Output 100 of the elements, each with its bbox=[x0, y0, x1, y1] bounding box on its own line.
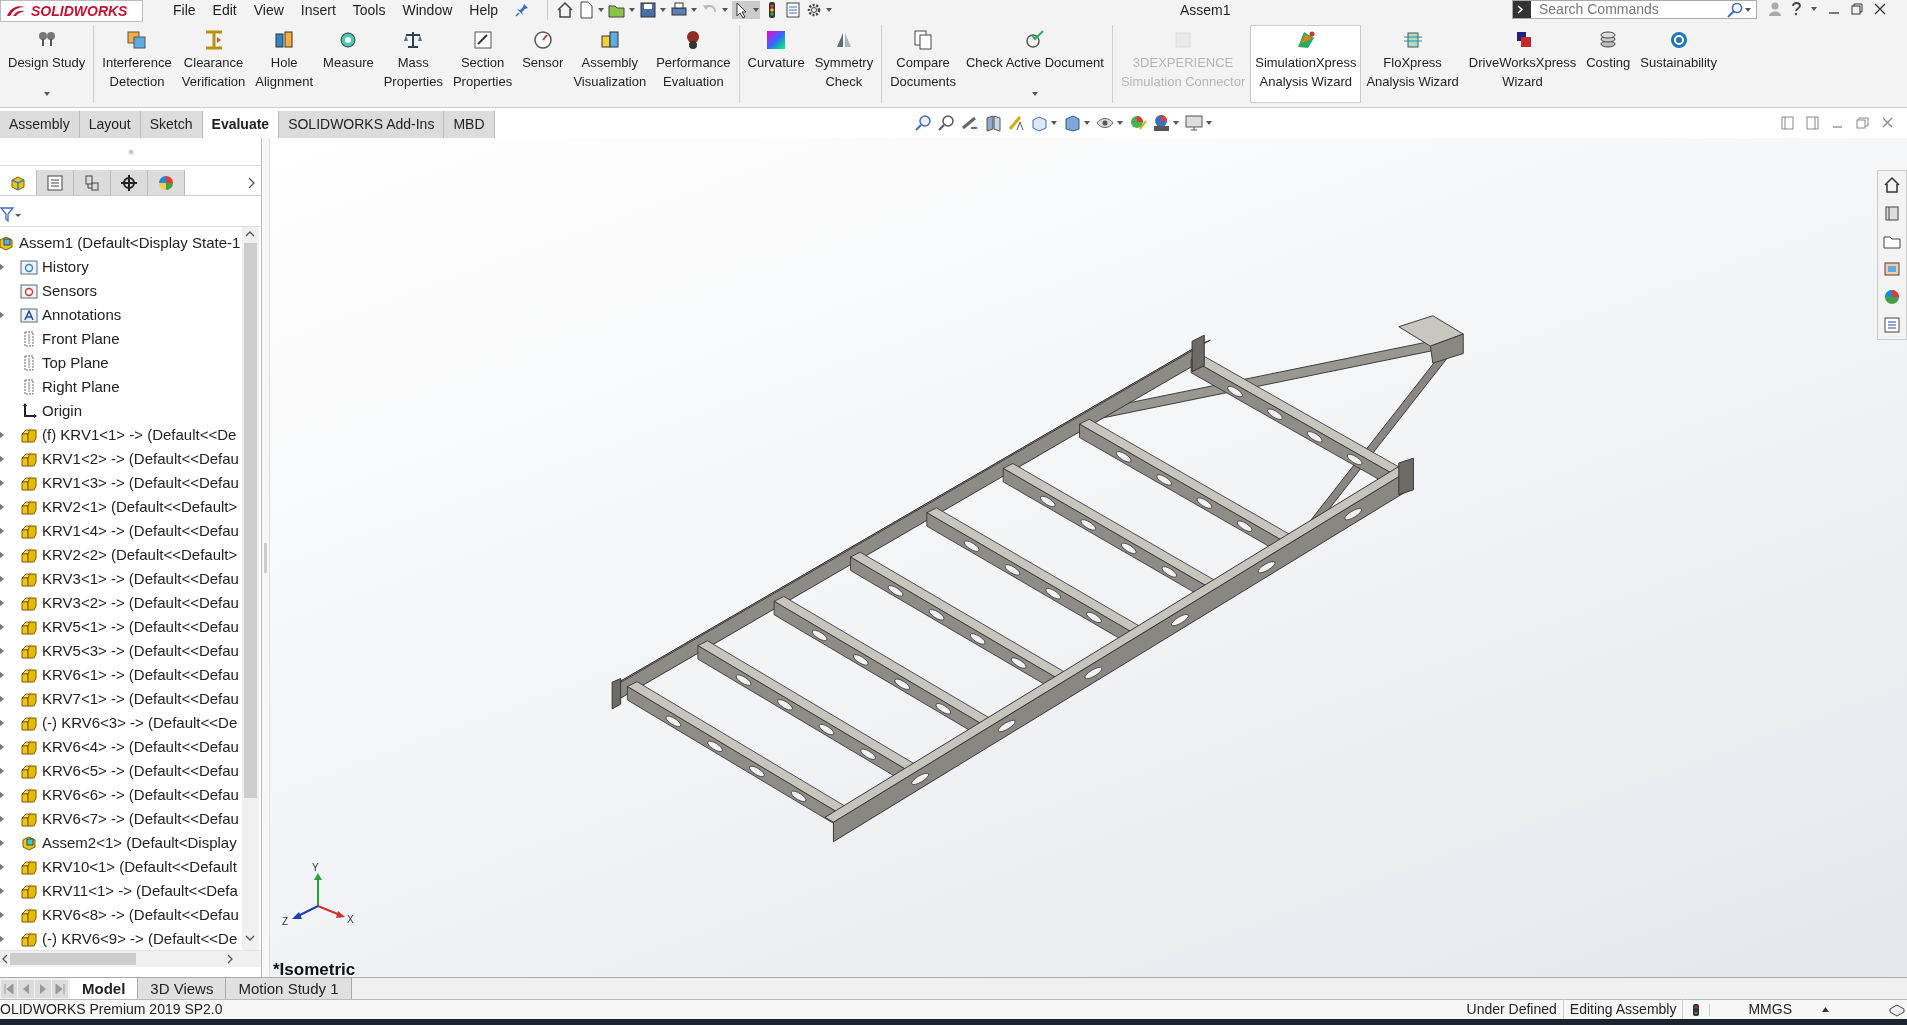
caret-icon[interactable] bbox=[1116, 119, 1124, 127]
tree-item[interactable]: Front Plane bbox=[42, 327, 120, 351]
save-icon[interactable] bbox=[639, 1, 658, 19]
tree-item[interactable]: KRV5<1> -> (Default<<Defau bbox=[42, 615, 239, 639]
search-box[interactable]: Search Commands bbox=[1512, 0, 1757, 19]
tree-item[interactable]: KRV2<2> (Default<<Default> bbox=[42, 543, 238, 567]
tree-item[interactable]: KRV6<5> -> (Default<<Defau bbox=[42, 759, 239, 783]
scroll-right-icon[interactable] bbox=[226, 954, 234, 964]
tree-item[interactable]: KRV1<2> -> (Default<<Defau bbox=[42, 447, 239, 471]
tree-item[interactable]: Annotations bbox=[42, 303, 122, 327]
section-view-icon[interactable] bbox=[984, 114, 1002, 132]
library-icon[interactable] bbox=[1883, 204, 1901, 222]
expand-arrow-icon[interactable] bbox=[0, 599, 5, 607]
display-style-icon[interactable] bbox=[1063, 114, 1081, 132]
panel-tab[interactable] bbox=[111, 170, 148, 195]
caret-icon[interactable] bbox=[1172, 119, 1180, 127]
scrollbar-thumb[interactable] bbox=[10, 953, 136, 965]
ribbon-button[interactable]: Compare Documents bbox=[885, 25, 961, 103]
expand-arrow-icon[interactable] bbox=[0, 911, 5, 919]
tree-item[interactable]: Sensors bbox=[42, 279, 98, 303]
tree-item[interactable]: Right Plane bbox=[42, 375, 120, 399]
expand-arrow-icon[interactable] bbox=[0, 935, 5, 943]
expand-arrow-icon[interactable] bbox=[0, 647, 5, 655]
expand-arrow-icon[interactable] bbox=[0, 767, 5, 775]
tab[interactable]: Model bbox=[70, 978, 139, 999]
expand-arrow-icon[interactable] bbox=[0, 575, 5, 583]
ribbon-button[interactable]: Measure bbox=[318, 25, 379, 103]
tab[interactable]: 3D Views bbox=[138, 978, 227, 999]
split-right-icon[interactable] bbox=[1806, 116, 1819, 130]
zoom-area-icon[interactable] bbox=[938, 114, 956, 132]
restore-icon[interactable] bbox=[1856, 116, 1869, 130]
ribbon-button[interactable]: Interference Detection bbox=[97, 25, 177, 103]
expand-arrow-icon[interactable] bbox=[0, 431, 5, 439]
caret-icon[interactable] bbox=[1744, 5, 1752, 14]
caret-icon[interactable] bbox=[752, 6, 761, 14]
tree-item[interactable]: Assem1 (Default<Display State-1 bbox=[19, 231, 241, 255]
tree-item[interactable]: (-) KRV6<9> -> (Default<<De bbox=[42, 927, 238, 950]
tab[interactable]: Motion Study 1 bbox=[226, 978, 352, 999]
ribbon-button[interactable]: Sustainability bbox=[1635, 25, 1722, 103]
notification-icon[interactable] bbox=[1889, 1002, 1905, 1017]
caret-icon[interactable] bbox=[628, 6, 637, 14]
caret-icon[interactable] bbox=[1083, 119, 1091, 127]
tree-item[interactable]: Assem2<1> (Default<Display bbox=[42, 831, 237, 855]
expand-arrow-icon[interactable] bbox=[0, 863, 5, 871]
drag-handle-icon[interactable] bbox=[127, 148, 134, 155]
menu-item[interactable]: File bbox=[173, 0, 196, 21]
caret-icon[interactable] bbox=[1205, 119, 1213, 127]
scroll-previous-button[interactable] bbox=[18, 979, 34, 998]
tree-item[interactable]: KRV6<7> -> (Default<<Defau bbox=[42, 807, 239, 831]
search-icon[interactable] bbox=[1726, 1, 1744, 18]
expand-arrow-icon[interactable] bbox=[0, 671, 5, 679]
caret-icon[interactable] bbox=[659, 6, 668, 14]
printer-icon[interactable] bbox=[670, 1, 689, 19]
ribbon-button[interactable]: Assembly Visualization bbox=[568, 25, 652, 103]
dynamic-annotation-icon[interactable] bbox=[1007, 114, 1025, 132]
tab[interactable]: SOLIDWORKS Add-Ins bbox=[279, 111, 445, 138]
menu-item[interactable]: View bbox=[253, 0, 284, 21]
tree-item[interactable]: KRV3<2> -> (Default<<Defau bbox=[42, 591, 239, 615]
expand-arrow-icon[interactable] bbox=[0, 503, 5, 511]
expand-arrow-icon[interactable] bbox=[0, 887, 5, 895]
expand-arrow-icon[interactable] bbox=[0, 815, 5, 823]
menu-item[interactable]: Insert bbox=[300, 0, 336, 21]
ribbon-button[interactable]: Section Properties bbox=[447, 25, 518, 103]
previous-view-icon[interactable] bbox=[961, 114, 979, 132]
monitor-icon[interactable] bbox=[1185, 114, 1203, 132]
tab[interactable]: Sketch bbox=[140, 111, 203, 138]
tree-item[interactable]: KRV11<1> -> (Default<<Defa bbox=[42, 879, 238, 903]
expand-arrow-icon[interactable] bbox=[0, 743, 5, 751]
split-left-icon[interactable] bbox=[1781, 116, 1794, 130]
tree-item[interactable]: KRV3<1> -> (Default<<Defau bbox=[42, 567, 239, 591]
tree-item[interactable]: (-) KRV6<3> -> (Default<<De bbox=[42, 711, 238, 735]
restore-icon[interactable] bbox=[1850, 2, 1864, 16]
expand-arrow-icon[interactable] bbox=[0, 311, 5, 319]
ribbon-button[interactable]: Costing bbox=[1581, 25, 1636, 103]
tree-item[interactable]: KRV1<4> -> (Default<<Defau bbox=[42, 519, 239, 543]
appearance-icon[interactable] bbox=[1129, 114, 1147, 132]
vertical-scrollbar[interactable] bbox=[242, 227, 259, 950]
unit-system-selector[interactable]: MMGS bbox=[1710, 999, 1822, 1020]
list-icon[interactable] bbox=[1883, 316, 1901, 334]
scroll-next-button[interactable] bbox=[35, 979, 51, 998]
menu-item[interactable]: Edit bbox=[212, 0, 237, 21]
caret-icon[interactable] bbox=[1810, 5, 1818, 13]
scroll-first-button[interactable] bbox=[1, 979, 17, 998]
tree-item[interactable]: Top Plane bbox=[42, 351, 109, 375]
close-icon[interactable] bbox=[1873, 2, 1887, 16]
ribbon-button[interactable]: Mass Properties bbox=[378, 25, 448, 103]
tree-item[interactable]: KRV6<8> -> (Default<<Defau bbox=[42, 903, 239, 927]
pin-icon[interactable] bbox=[515, 3, 530, 17]
expand-arrow-icon[interactable] bbox=[0, 551, 5, 559]
scroll-left-icon[interactable] bbox=[1, 954, 9, 964]
tree-item[interactable]: KRV6<6> -> (Default<<Defau bbox=[42, 783, 239, 807]
ribbon-button[interactable]: Check Active Document bbox=[960, 25, 1109, 103]
ribbon-button[interactable]: Clearance Verification bbox=[176, 25, 251, 103]
filter-icon[interactable] bbox=[0, 205, 14, 222]
horizontal-scrollbar[interactable] bbox=[0, 950, 261, 967]
tab[interactable]: Assembly bbox=[0, 111, 80, 138]
tab[interactable]: MBD bbox=[444, 111, 495, 138]
ribbon-button[interactable]: DriveWorksXpress Wizard bbox=[1463, 25, 1582, 103]
ribbon-button[interactable]: Symmetry Check bbox=[809, 25, 879, 103]
scroll-up-icon[interactable] bbox=[245, 230, 255, 238]
